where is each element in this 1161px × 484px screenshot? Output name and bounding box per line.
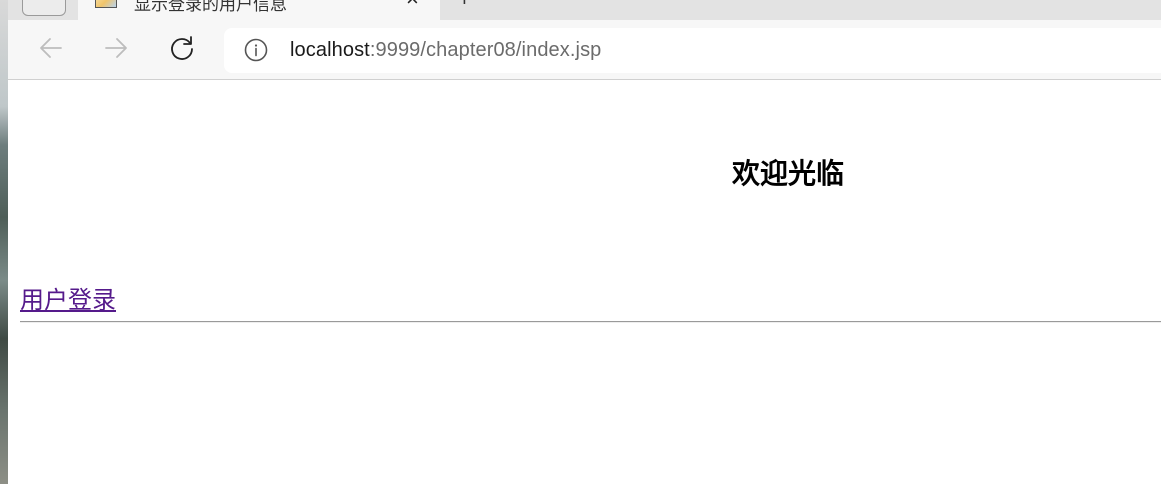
browser-toolbar: localhost:9999/chapter08/index.jsp: [8, 20, 1161, 80]
url-path: :9999/chapter08/index.jsp: [369, 39, 602, 61]
refresh-icon: [171, 36, 193, 60]
tab-strip: 显示登录的用户信息 × +: [8, 0, 1161, 20]
login-link[interactable]: 用户登录: [20, 280, 116, 315]
favicon-icon: [95, 0, 117, 8]
url-host: localhost: [290, 39, 370, 61]
page-content: 欢迎光临 用户登录: [8, 80, 1161, 484]
browser-window: 显示登录的用户信息 × +: [8, 0, 1161, 484]
back-icon: [40, 38, 62, 58]
tab-title: 显示登录的用户信息: [134, 0, 287, 14]
welcome-heading: 欢迎光临: [731, 157, 844, 190]
active-tab[interactable]: 显示登录的用户信息 ×: [78, 0, 440, 20]
forward-icon: [105, 38, 127, 58]
tab-actions-button[interactable]: [22, 0, 66, 16]
url-text[interactable]: localhost:9999/chapter08/index.jsp: [290, 39, 601, 62]
new-tab-icon[interactable]: +: [458, 0, 471, 10]
refresh-button[interactable]: [167, 33, 197, 63]
close-icon[interactable]: ×: [406, 0, 419, 10]
address-bar[interactable]: localhost:9999/chapter08/index.jsp: [224, 28, 1161, 73]
info-icon[interactable]: [244, 38, 268, 62]
back-button[interactable]: [36, 33, 66, 63]
desktop-background: [0, 0, 8, 484]
forward-button[interactable]: [101, 33, 131, 63]
horizontal-rule: [20, 321, 1161, 323]
